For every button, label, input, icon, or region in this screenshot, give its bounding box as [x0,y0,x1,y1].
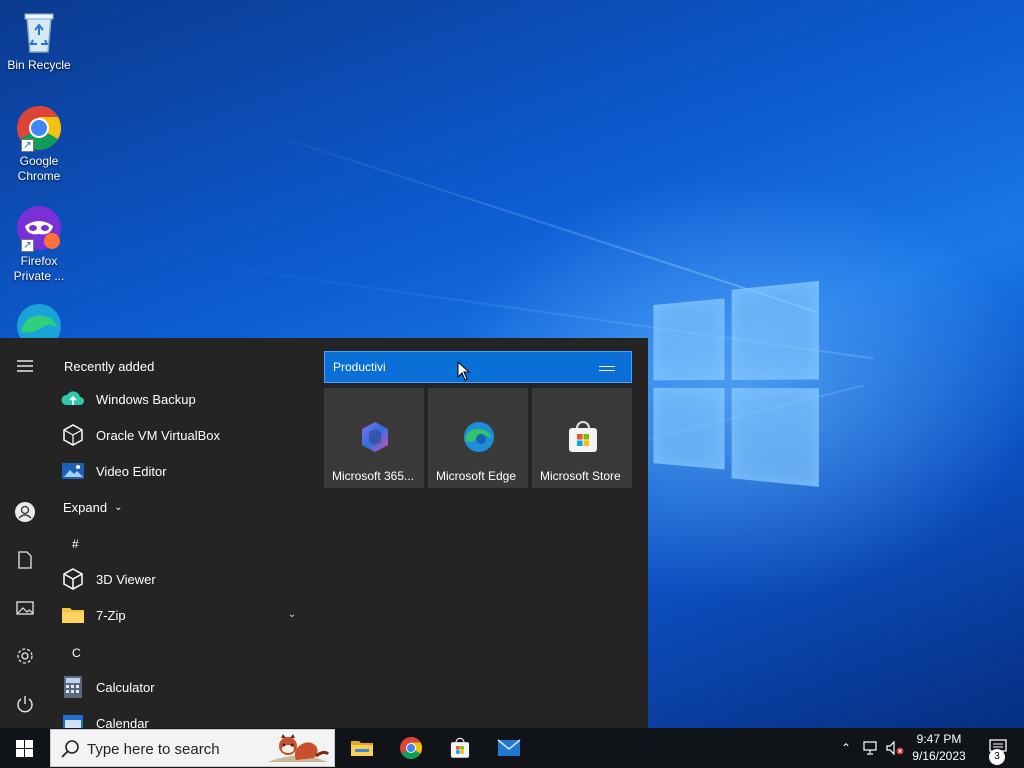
show-hidden-icons-button[interactable]: ⌃ [836,728,856,768]
app-item-label: Video Editor [96,463,167,479]
tile-microsoft-365[interactable]: Microsoft 365... [324,388,424,488]
taskbar: ⌃ 9:47 PM 9/16/2023 [0,728,1024,768]
recycle-bin-icon [15,8,63,56]
folder-icon [60,602,86,628]
app-item-label: Oracle VM VirtualBox [96,427,221,443]
firefox-private-icon: ↗ [15,204,63,252]
chrome-icon: ↗ [15,104,63,152]
settings-button[interactable] [5,636,45,676]
expand-label: Expand [63,499,108,515]
desktop-icon-chrome[interactable]: ↗ Google Chrome [4,104,74,184]
hamburger-menu-button[interactable] [5,346,45,386]
clock-time: 9:47 PM [916,732,962,746]
app-list: Recently added Windows Backup Oracle VM … [50,338,312,728]
documents-button[interactable] [5,540,45,580]
group-name-input[interactable] [325,352,585,382]
desktop-icon-label: Google Chrome [17,154,61,183]
user-account-button[interactable] [5,492,45,532]
taskbar-store[interactable] [436,728,484,768]
volume-button[interactable] [884,728,906,768]
user-icon [15,502,35,522]
microsoft-365-icon [362,422,388,452]
desktop-icon-firefox-private[interactable]: ↗ Firefox Private ... [4,204,74,284]
chevron-down-icon[interactable]: ⌄ [288,609,296,620]
tile-microsoft-edge[interactable]: Microsoft Edge [428,388,528,488]
store-icon [450,737,470,758]
windows-backup-icon [60,386,86,412]
app-item-windows-backup[interactable]: Windows Backup [60,381,304,417]
app-item-7-zip[interactable]: 7-Zip ⌄ [60,597,304,633]
app-item-label: 7-Zip [96,607,126,623]
store-icon [569,421,597,452]
tile-area: Microsoft 365... Microsoft Edge Microsof… [324,351,632,488]
taskbar-search-box[interactable] [50,729,335,767]
video-editor-icon [60,458,86,484]
settings-icon [17,648,33,664]
taskbar-mail[interactable] [485,728,533,768]
network-icon [863,741,877,755]
calculator-icon [60,674,86,700]
red-panda-illustration-icon [268,734,330,762]
section-letter-c[interactable]: C [72,646,81,660]
chrome-icon [400,737,422,759]
tile-label: Microsoft Store [540,469,621,483]
desktop-icon-recycle-bin[interactable]: Bin Recycle [4,8,74,73]
mouse-cursor-icon [457,361,471,381]
chevron-up-icon: ⌃ [840,741,852,755]
desktop-icon-label: Bin Recycle [7,58,71,72]
app-item-3d-viewer[interactable]: 3D Viewer [60,561,304,597]
taskbar-file-explorer[interactable] [338,728,386,768]
tile-group-header[interactable] [324,351,632,383]
taskbar-chrome[interactable] [387,728,435,768]
power-button[interactable] [5,684,45,724]
taskbar-clock[interactable]: 9:47 PM 9/16/2023 [906,731,972,765]
windows-logo-wallpaper [653,280,819,489]
network-button[interactable] [860,728,882,768]
search-input[interactable] [87,737,287,761]
calendar-icon [60,710,86,728]
tile-label: Microsoft Edge [436,469,517,483]
app-item-label: Calendar [96,715,149,729]
app-item-label: Calculator [96,679,155,695]
app-item-video-editor[interactable]: Video Editor [60,453,304,489]
start-rail [0,338,50,728]
expand-button[interactable]: Expand ⌄ [63,489,143,525]
search-icon [61,740,79,758]
start-button[interactable] [0,728,48,768]
hamburger-icon [17,360,33,372]
file-explorer-icon [351,741,373,756]
app-item-calculator[interactable]: Calculator [60,669,304,705]
app-item-label: Windows Backup [96,391,196,407]
pictures-button[interactable] [5,588,45,628]
pictures-icon [16,601,34,615]
drag-handle-icon[interactable] [599,366,615,371]
light-beam [229,120,820,314]
chevron-down-icon: ⌄ [114,501,123,513]
power-icon [17,696,33,713]
tile-label: Microsoft 365... [332,469,415,483]
start-menu: Recently added Windows Backup Oracle VM … [0,338,648,728]
documents-icon [18,551,32,569]
volume-muted-icon [886,741,904,755]
app-item-virtualbox[interactable]: Oracle VM VirtualBox [60,417,304,453]
app-item-calendar[interactable]: Calendar [60,705,304,728]
3d-viewer-icon [60,566,86,592]
mail-icon [497,739,521,756]
edge-icon [464,422,494,452]
notification-count-badge: 3 [989,749,1005,765]
section-letter-hash[interactable]: # [72,537,79,551]
desktop-icon-label: Firefox Private ... [13,254,65,283]
app-item-label: 3D Viewer [96,571,156,587]
windows-logo-icon [15,739,33,757]
virtualbox-icon [60,422,86,448]
clock-date: 9/16/2023 [912,749,966,763]
recently-added-header: Recently added [64,359,155,374]
tile-microsoft-store[interactable]: Microsoft Store [532,388,632,488]
